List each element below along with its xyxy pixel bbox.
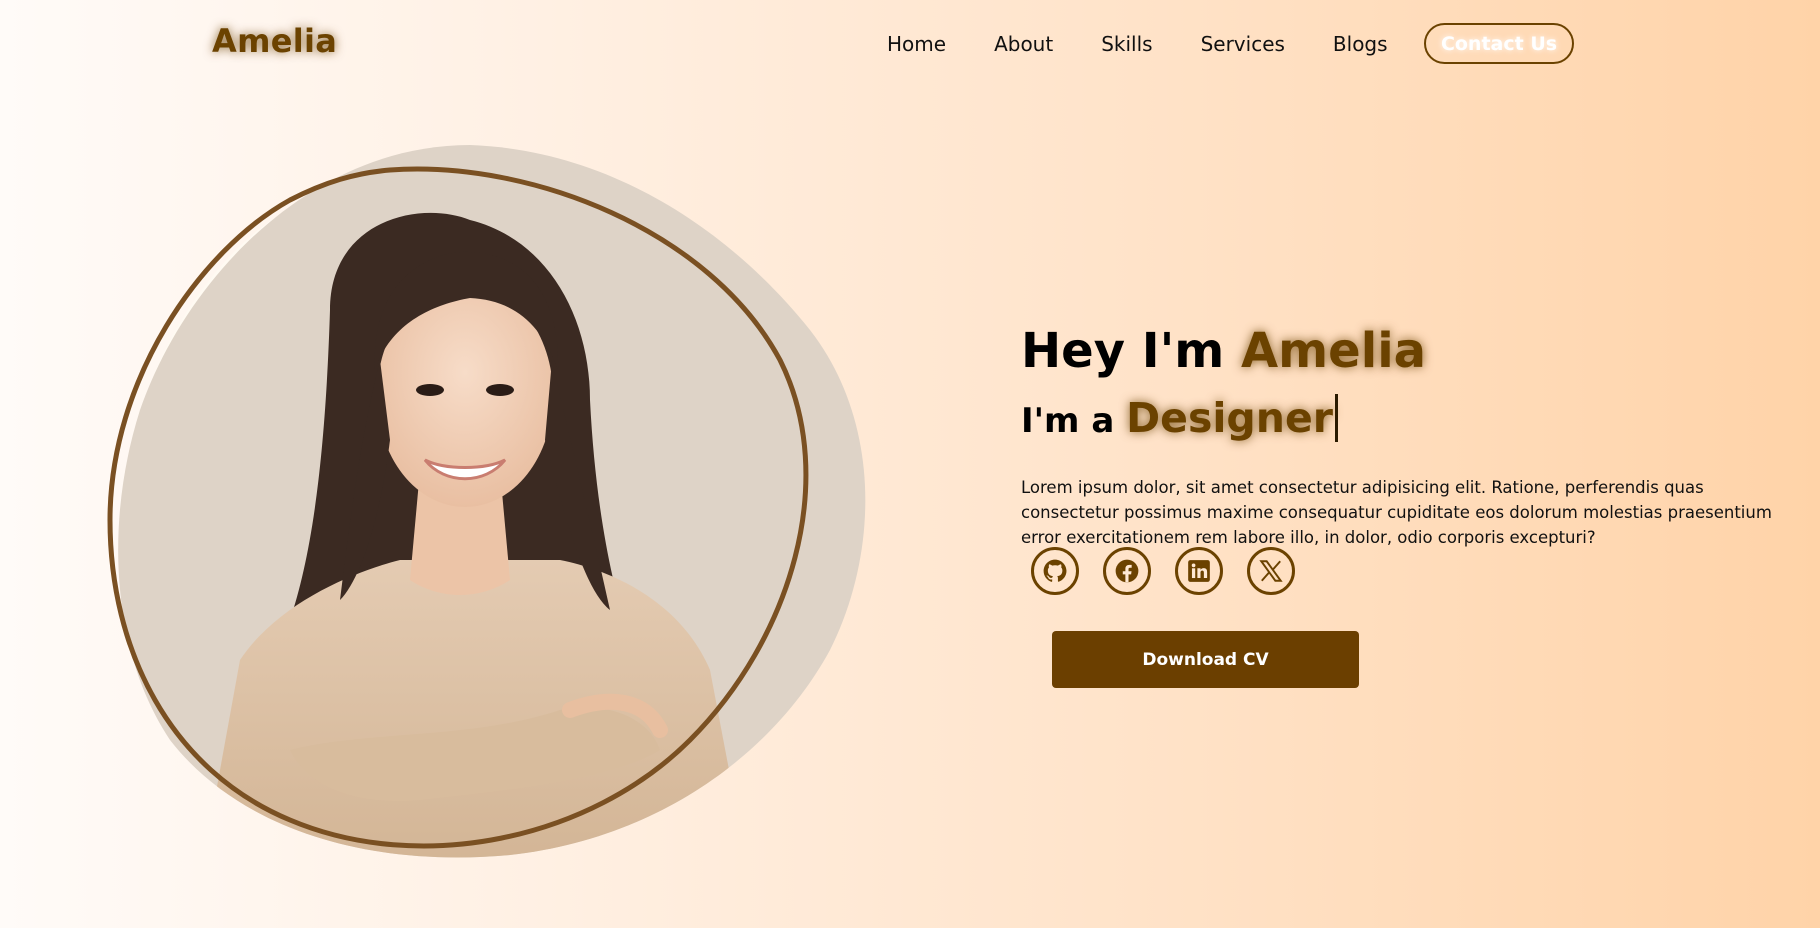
nav-services[interactable]: Services [1201,30,1285,58]
nav-blogs[interactable]: Blogs [1333,30,1388,58]
hero-name: Amelia [1241,323,1427,379]
facebook-link[interactable] [1103,547,1151,595]
facebook-icon [1114,558,1140,584]
github-link[interactable] [1031,547,1079,595]
nav-skills[interactable]: Skills [1101,30,1152,58]
nav-about[interactable]: About [994,30,1053,58]
logo[interactable]: Amelia [212,22,337,60]
github-icon [1042,558,1068,584]
contact-us-button[interactable]: Contact Us [1424,23,1574,64]
role-text: Designer [1126,394,1338,442]
social-links [1031,547,1295,595]
download-cv-button[interactable]: Download CV [1052,631,1359,688]
hero-description: Lorem ipsum dolor, sit amet consectetur … [1021,477,1772,547]
x-link[interactable] [1247,547,1295,595]
x-icon [1258,558,1284,584]
hero-heading: Hey I'm Amelia [1021,318,1426,384]
hero-greeting: Hey I'm [1021,323,1242,379]
main-nav: Home About Skills Services Blogs [887,30,1436,58]
nav-home[interactable]: Home [887,30,946,58]
linkedin-link[interactable] [1175,547,1223,595]
hero-subheading: I'm a Designer [1021,392,1338,447]
linkedin-icon [1186,558,1212,584]
role-prefix: I'm a [1021,401,1127,441]
profile-portrait [90,140,880,880]
